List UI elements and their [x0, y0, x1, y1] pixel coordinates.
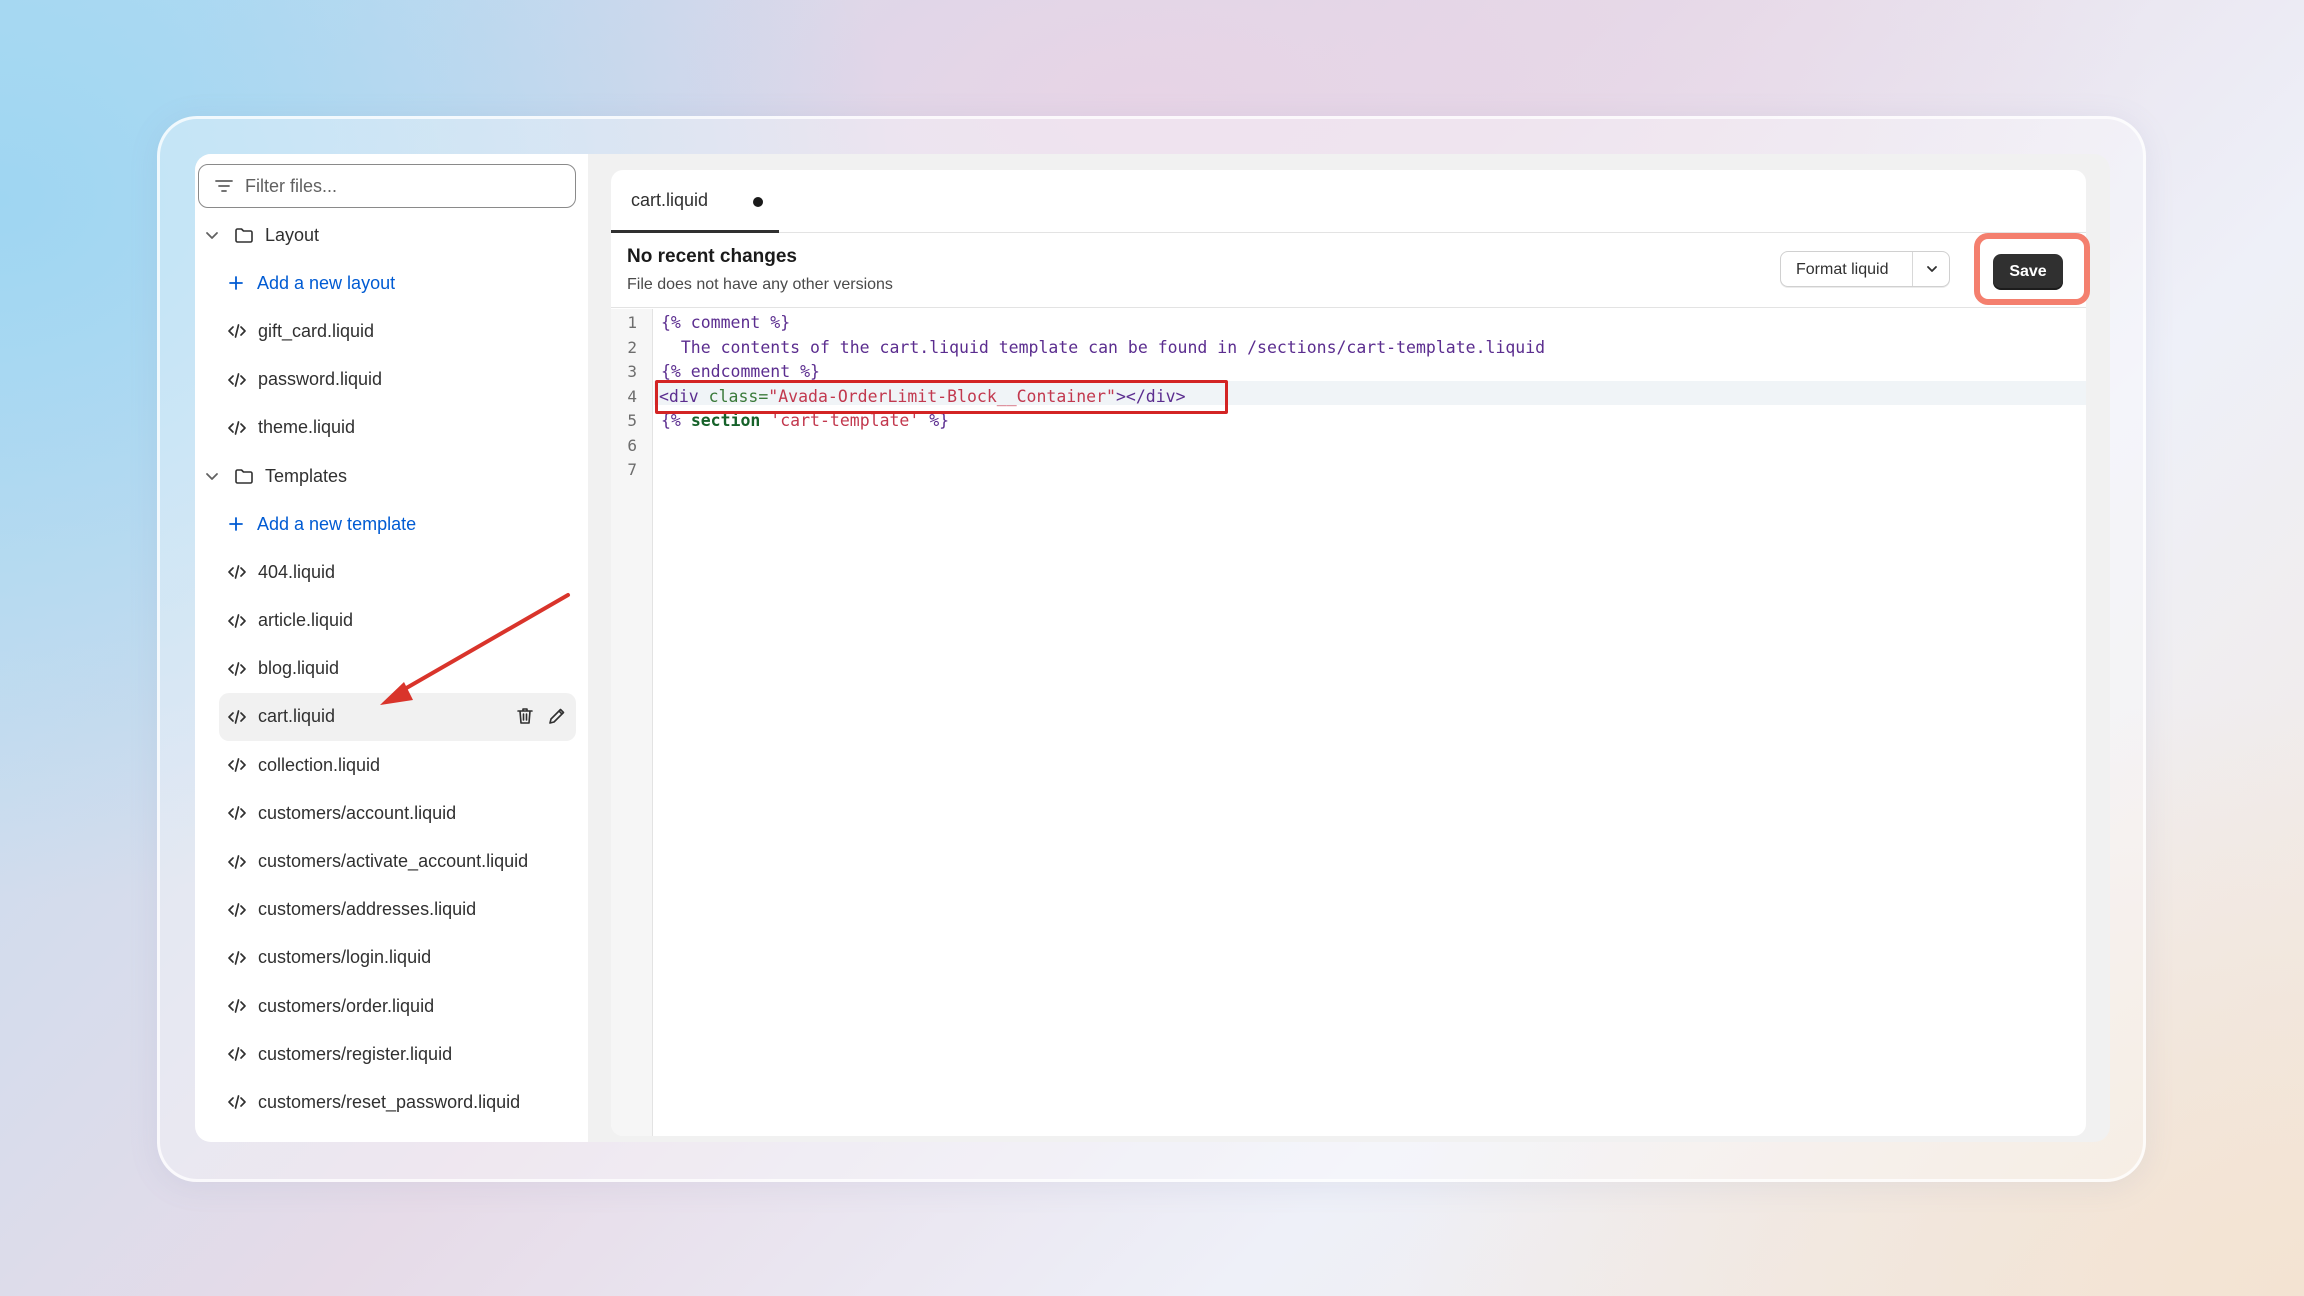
file-actions — [514, 705, 568, 727]
file-item[interactable]: collection.liquid — [195, 741, 588, 789]
info-title: No recent changes — [627, 246, 797, 267]
chevron-down-icon — [206, 232, 218, 239]
add-template-link[interactable]: Add a new template — [195, 500, 588, 548]
folder-label: Templates — [265, 465, 348, 486]
code-icon — [228, 951, 246, 965]
filter-icon — [215, 180, 233, 192]
code-icon — [228, 661, 246, 676]
file-label: article.liquid — [258, 610, 354, 631]
file-label: blog.liquid — [258, 658, 340, 679]
tab-label: cart.liquid — [631, 189, 709, 210]
file-item-selected[interactable]: cart.liquid — [219, 692, 576, 742]
file-item[interactable]: customers/login.liquid — [195, 934, 588, 982]
file-sidebar: Filter files... Layout Add a new layout … — [195, 154, 588, 1142]
file-tree: Layout Add a new layout gift_card.liquid… — [195, 211, 588, 1127]
filter-files-input[interactable]: Filter files... — [198, 164, 576, 208]
file-label: collection.liquid — [258, 754, 381, 775]
code-icon — [228, 710, 246, 724]
chevron-down-icon[interactable] — [1923, 260, 1941, 278]
code-icon — [228, 854, 246, 869]
button-divider — [1912, 252, 1913, 286]
file-item[interactable]: customers/addresses.liquid — [195, 886, 588, 934]
code-editor-app: Filter files... Layout Add a new layout … — [195, 154, 2110, 1142]
plus-icon — [229, 276, 243, 291]
format-label: Format liquid — [1796, 261, 1889, 278]
code-icon — [228, 1095, 246, 1110]
file-item[interactable]: customers/order.liquid — [195, 982, 588, 1030]
tab-bar: cart.liquid — [611, 170, 2086, 233]
folder-icon — [235, 469, 253, 484]
code-icon — [228, 420, 246, 435]
folder-layout[interactable]: Layout — [195, 211, 588, 259]
file-item[interactable]: customers/activate_account.liquid — [195, 837, 588, 885]
line-number: 2 — [627, 337, 637, 357]
code-line: The contents of the cart.liquid template… — [661, 337, 1546, 357]
file-label: customers/register.liquid — [258, 1043, 453, 1064]
add-template-label: Add a new template — [257, 513, 417, 534]
unsaved-dot-icon — [753, 197, 763, 207]
line-number: 5 — [627, 411, 637, 430]
editor-panel: cart.liquid No recent changes File does … — [611, 170, 2086, 1136]
line-number-gutter: 1 2 3 4 5 6 7 — [611, 309, 653, 1136]
line-number: 4 — [627, 386, 637, 406]
line-number: 1 — [627, 313, 637, 332]
add-layout-label: Add a new layout — [257, 272, 396, 293]
code-line: {% comment %} — [661, 313, 791, 332]
code-highlight-box — [655, 380, 1228, 414]
file-item[interactable]: password.liquid — [195, 356, 588, 404]
file-item[interactable]: blog.liquid — [195, 645, 588, 693]
file-item[interactable]: 404.liquid — [195, 548, 588, 596]
code-icon — [228, 806, 246, 821]
trash-icon[interactable] — [514, 705, 536, 727]
folder-templates[interactable]: Templates — [195, 452, 588, 500]
file-label: customers/activate_account.liquid — [258, 851, 529, 872]
file-item[interactable]: customers/register.liquid — [195, 1030, 588, 1078]
tab-cart-liquid[interactable]: cart.liquid — [611, 170, 779, 233]
file-label: customers/account.liquid — [258, 802, 457, 823]
folder-icon — [235, 228, 253, 243]
file-label: customers/addresses.liquid — [258, 899, 477, 920]
filter-placeholder: Filter files... — [245, 175, 338, 196]
file-item[interactable]: customers/reset_password.liquid — [195, 1078, 588, 1126]
file-label: customers/order.liquid — [258, 995, 435, 1016]
line-number: 3 — [627, 362, 637, 381]
file-label: password.liquid — [258, 369, 383, 390]
code-icon — [228, 758, 246, 773]
file-label: theme.liquid — [258, 417, 356, 438]
code-icon — [228, 324, 246, 339]
code-icon — [228, 613, 246, 628]
code-editor[interactable]: 1 2 3 4 5 6 7 {% comment %} The contents… — [611, 309, 2086, 1136]
file-label: cart.liquid — [258, 706, 336, 727]
plus-icon — [229, 517, 243, 532]
code-icon — [228, 999, 246, 1013]
line-number: 7 — [627, 460, 637, 479]
file-label: customers/login.liquid — [258, 947, 432, 968]
folder-label: Layout — [265, 224, 320, 245]
code-icon — [228, 902, 246, 917]
file-item[interactable]: theme.liquid — [195, 404, 588, 452]
file-item[interactable]: article.liquid — [195, 597, 588, 645]
line-number: 6 — [627, 435, 637, 455]
info-subtitle: File does not have any other versions — [627, 276, 893, 293]
chevron-down-icon — [206, 473, 218, 480]
file-item[interactable]: gift_card.liquid — [195, 307, 588, 355]
file-label: customers/reset_password.liquid — [258, 1091, 521, 1112]
file-label: gift_card.liquid — [258, 320, 375, 341]
code-icon — [228, 1047, 246, 1062]
add-layout-link[interactable]: Add a new layout — [195, 259, 588, 307]
save-button-highlight — [1974, 233, 2090, 305]
file-item[interactable]: customers/account.liquid — [195, 789, 588, 837]
code-icon — [228, 565, 246, 580]
version-info-bar: No recent changes File does not have any… — [611, 234, 2086, 308]
format-liquid-button[interactable]: Format liquid — [1780, 251, 1950, 287]
edit-pencil-icon[interactable] — [546, 705, 568, 727]
code-icon — [228, 372, 246, 387]
file-label: 404.liquid — [258, 561, 336, 582]
